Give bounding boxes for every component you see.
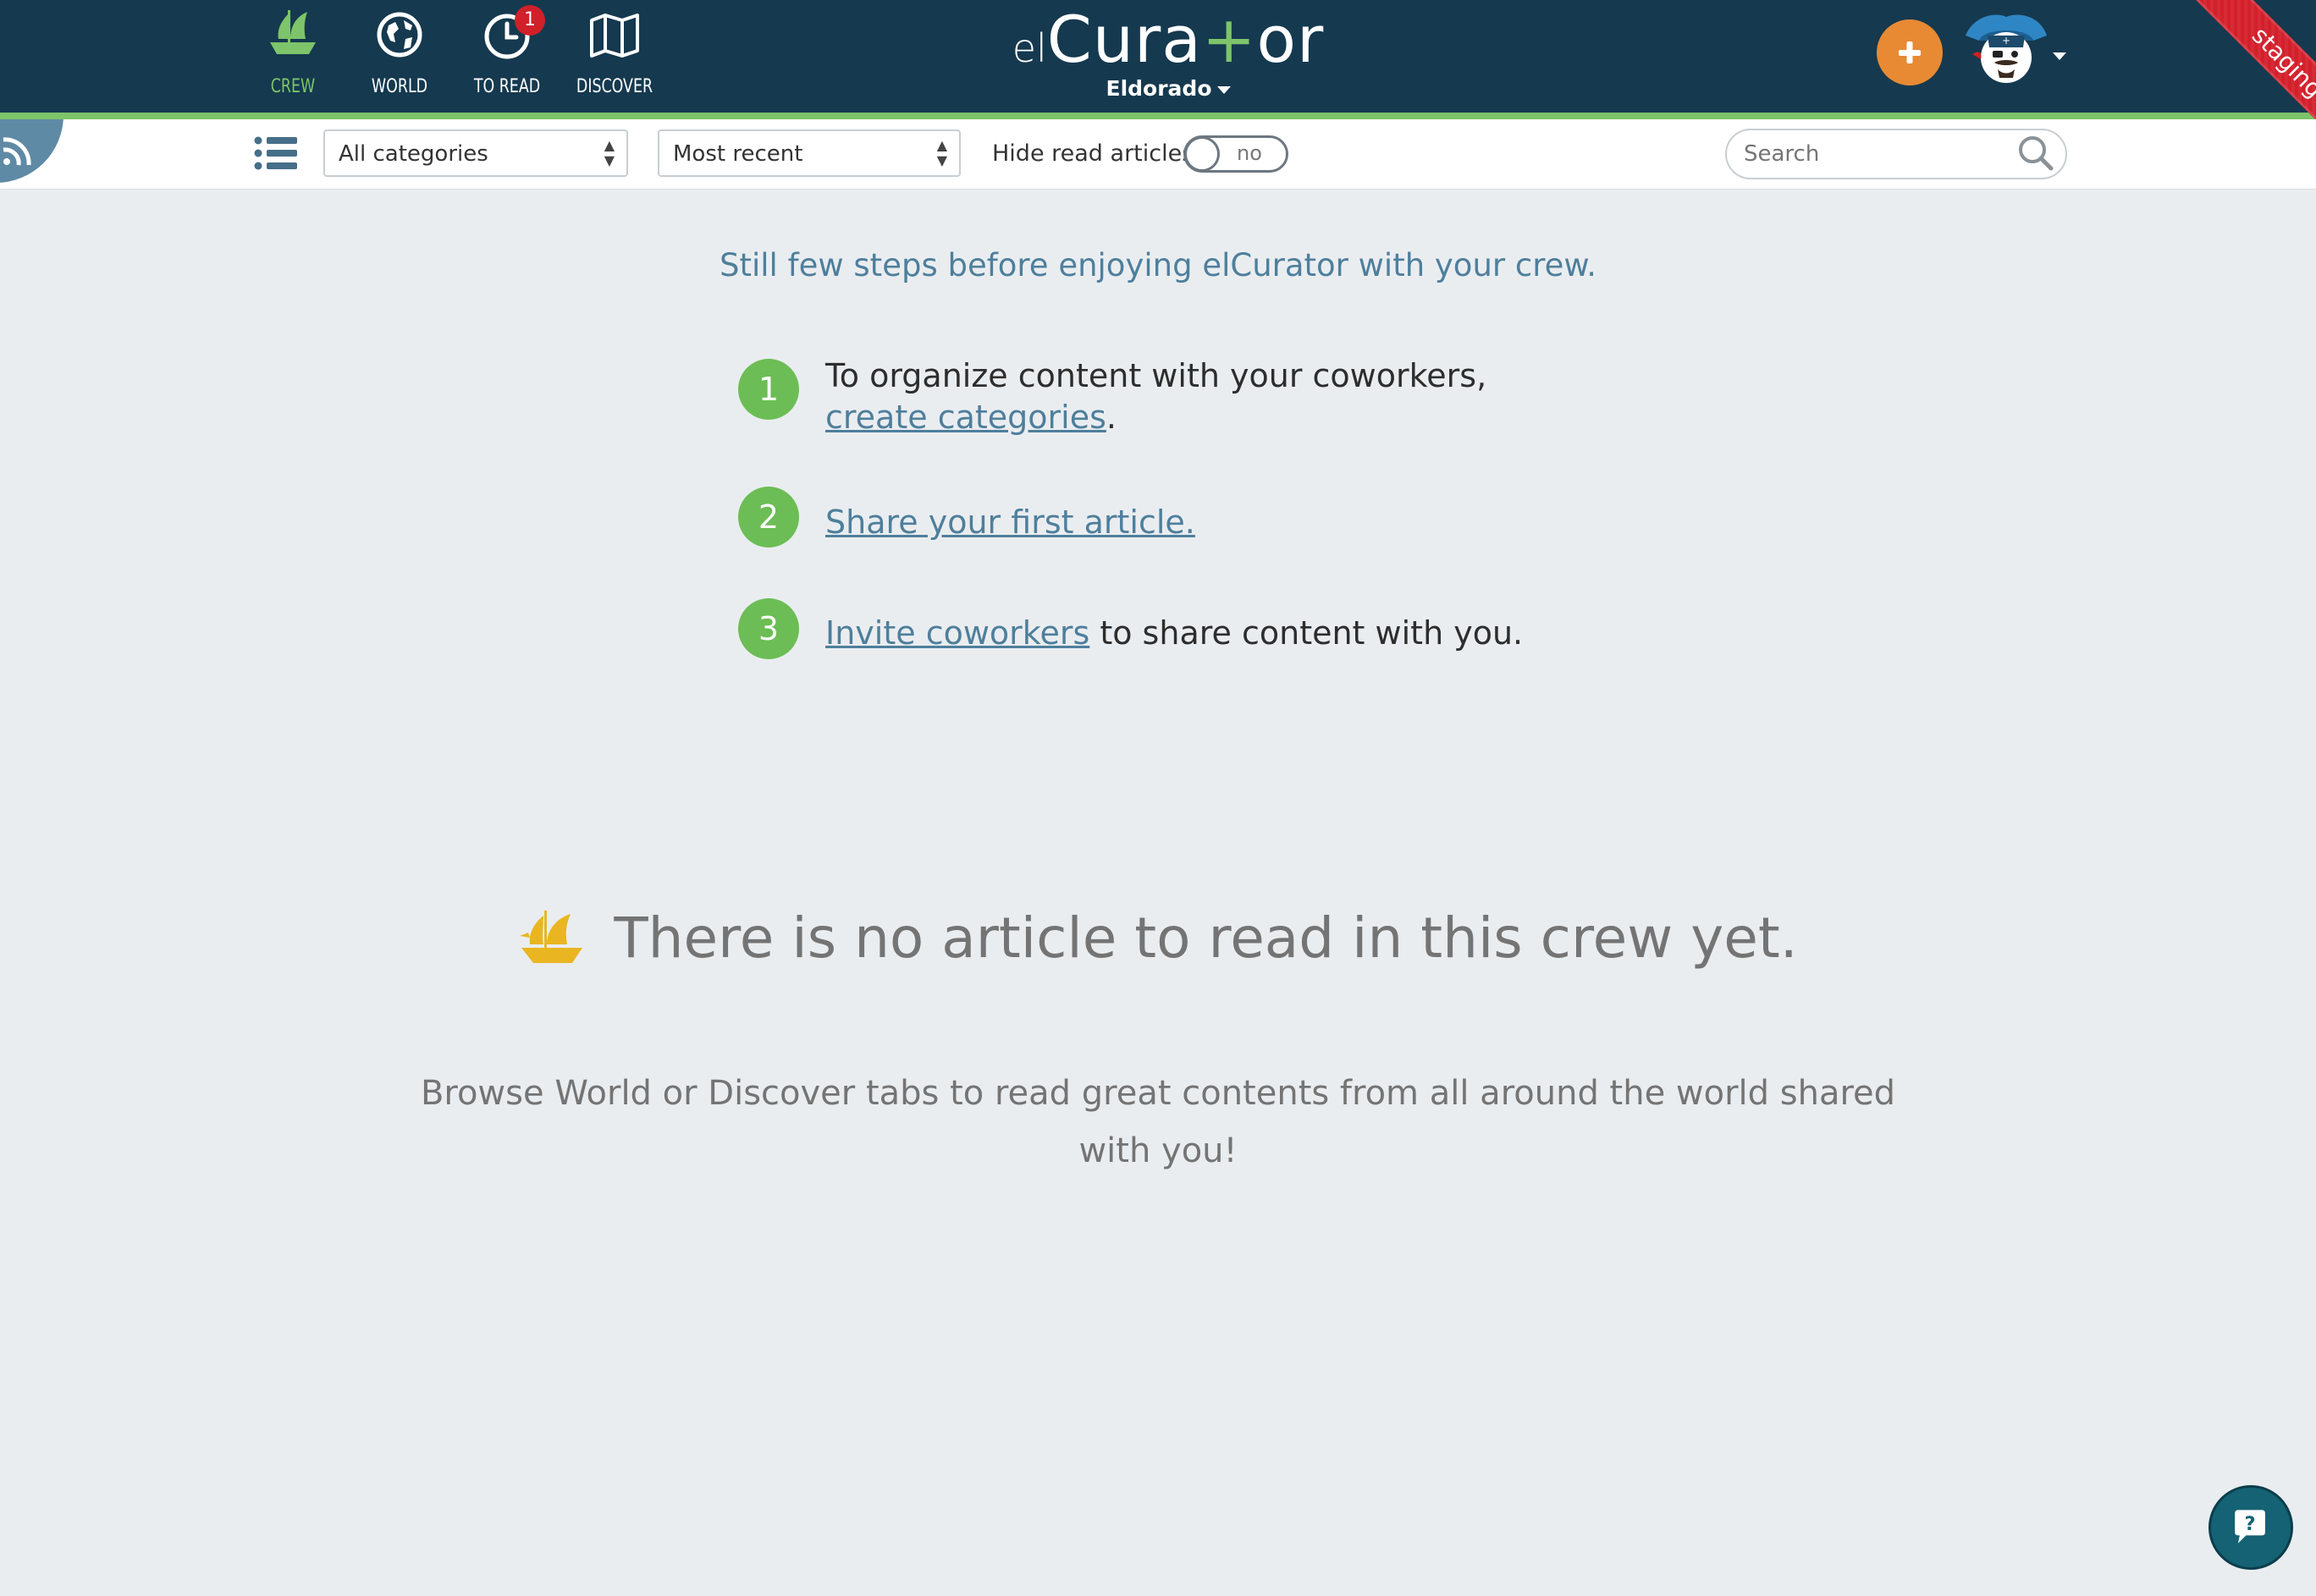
create-categories-link[interactable]: create categories xyxy=(825,399,1106,436)
nav-label-to-read: TO READ xyxy=(473,76,541,97)
logo-prefix: el xyxy=(1012,25,1047,71)
chevron-down-icon xyxy=(1216,85,1231,94)
sort-select-value: Most recent xyxy=(673,141,803,167)
avatar-chevron-down-icon[interactable] xyxy=(2053,52,2066,60)
globe-icon xyxy=(377,12,422,58)
invite-coworkers-link[interactable]: Invite coworkers xyxy=(825,614,1089,652)
svg-text:+: + xyxy=(2002,35,2010,47)
logo-plus: + xyxy=(1201,2,1257,77)
empty-state: There is no article to read in this crew… xyxy=(0,905,2316,971)
help-chat-button[interactable]: ? xyxy=(2208,1485,2293,1570)
step-1-text-before: To organize content with your coworkers, xyxy=(825,357,1487,394)
to-read-count-badge: 1 xyxy=(515,5,545,36)
crew-switcher[interactable]: Eldorado xyxy=(1084,76,1253,101)
crew-name: Eldorado xyxy=(1106,76,1212,101)
logo-main-b: or xyxy=(1256,2,1325,77)
ship-icon xyxy=(520,910,583,963)
select-arrows-icon: ▲ ▼ xyxy=(936,137,947,168)
select-arrows-icon: ▲ ▼ xyxy=(604,137,615,168)
step-3-text-after: to share content with you. xyxy=(1089,614,1524,652)
hide-read-label: Hide read articles xyxy=(992,140,1194,167)
sort-select[interactable]: Most recent ▲ ▼ xyxy=(658,129,961,177)
nav-tab-discover[interactable]: DISCOVER xyxy=(568,5,661,97)
plus-icon xyxy=(1899,41,1921,63)
step-number-1: 1 xyxy=(738,359,799,420)
category-select[interactable]: All categories ▲ ▼ xyxy=(323,129,628,177)
nav-label-crew: CREW xyxy=(270,76,316,97)
nav-tab-crew[interactable]: CREW xyxy=(246,5,339,97)
navbar-accent-stripe xyxy=(0,113,2316,119)
list-view-icon[interactable] xyxy=(254,135,298,171)
nav-label-world: WORLD xyxy=(371,76,428,97)
add-article-button[interactable] xyxy=(1877,19,1943,85)
rss-feed-button[interactable] xyxy=(0,119,63,187)
step-1-text: To organize content with your coworkers,… xyxy=(825,355,1587,438)
chat-help-icon: ? xyxy=(2235,1510,2265,1544)
step-2-text: Share your first article. xyxy=(825,502,1587,543)
ship-icon xyxy=(270,10,316,54)
rss-icon xyxy=(3,137,31,166)
nav-tab-to-read[interactable]: 1 TO READ xyxy=(460,5,554,97)
empty-state-subtitle: Browse World or Discover tabs to read gr… xyxy=(420,1074,1896,1170)
category-select-value: All categories xyxy=(339,141,488,167)
share-first-article-link[interactable]: Share your first article. xyxy=(825,504,1195,541)
search-icon[interactable] xyxy=(2016,134,2055,173)
nav-tab-world[interactable]: WORLD xyxy=(353,5,446,97)
svg-text:?: ? xyxy=(2245,1513,2256,1535)
pirate-avatar-icon: + xyxy=(1966,14,2047,83)
nav-label-discover: DISCOVER xyxy=(576,76,653,97)
hide-read-toggle[interactable]: no xyxy=(1183,135,1288,173)
onboarding-intro: Still few steps before enjoying elCurato… xyxy=(720,247,1596,283)
step-number-3: 3 xyxy=(738,598,799,659)
toggle-state-text: no xyxy=(1237,141,1262,165)
toggle-knob xyxy=(1184,136,1220,172)
elcurator-logo[interactable]: elCura+or xyxy=(999,2,1337,77)
logo-main-a: Cura xyxy=(1046,2,1202,77)
step-3-text: Invite coworkers to share content with y… xyxy=(825,613,1587,654)
empty-state-title: There is no article to read in this crew… xyxy=(614,905,1798,971)
user-avatar[interactable]: + xyxy=(1962,10,2050,88)
step-number-2: 2 xyxy=(738,487,799,548)
map-icon xyxy=(590,14,639,58)
step-1-text-after: . xyxy=(1106,399,1117,436)
